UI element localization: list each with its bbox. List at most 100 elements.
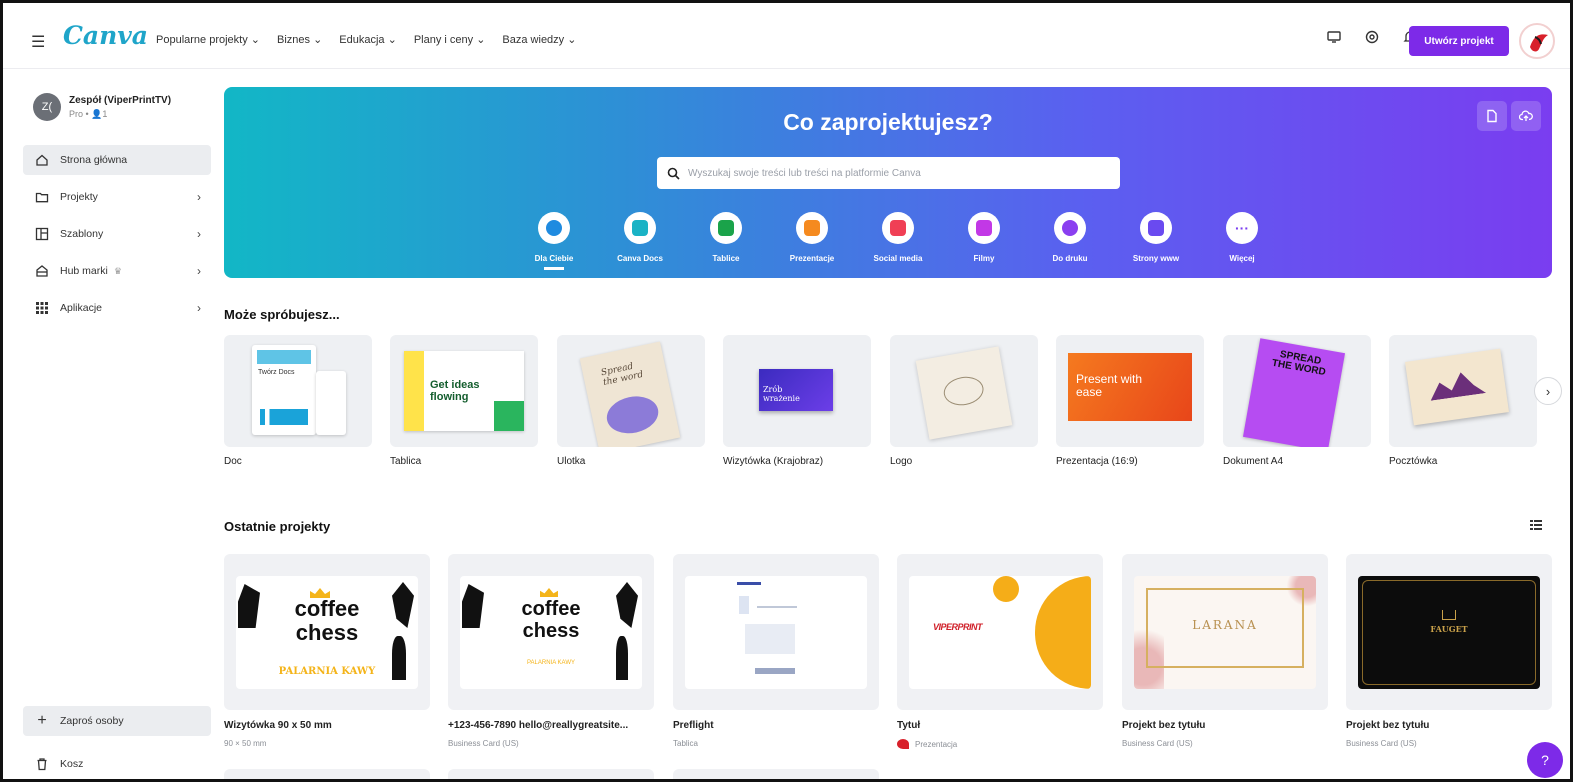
- more-dots-icon: ···: [1226, 212, 1258, 244]
- sidebar-item-templates[interactable]: Szablony ›: [23, 219, 211, 249]
- top-nav: Popularne projekty ⌄ Biznes ⌄ Edukacja ⌄…: [156, 33, 576, 46]
- settings-gear-icon[interactable]: [1362, 27, 1382, 47]
- list-view-icon[interactable]: [1529, 518, 1543, 537]
- category-for-you[interactable]: Dla Ciebie: [514, 212, 594, 270]
- team-avatar[interactable]: Z(: [33, 93, 61, 121]
- search-input[interactable]: [688, 167, 1108, 179]
- team-name: Zespół (ViperPrintTV): [69, 94, 172, 106]
- category-label: Tablice: [712, 254, 740, 263]
- project-card[interactable]: coffee chess PALARNIA KAWY: [448, 554, 654, 710]
- project-card[interactable]: FAUGET: [1346, 554, 1552, 710]
- thumb-foot-text: PALARNIA KAWY: [526, 660, 575, 666]
- doc-thumbnail: Twórz Docs: [252, 345, 316, 435]
- apps-icon: [35, 301, 49, 315]
- project-subtitle: Prezentacja: [915, 739, 958, 749]
- menu-icon[interactable]: ☰: [31, 32, 45, 52]
- project-thumbnail: coffee chess PALARNIA KAWY: [236, 576, 418, 689]
- top-bar: ☰ Canva Popularne projekty ⌄ Biznes ⌄ Ed…: [3, 3, 1570, 69]
- category-videos[interactable]: Filmy: [944, 212, 1024, 263]
- project-card-partial[interactable]: [448, 769, 654, 779]
- category-more[interactable]: ··· Więcej: [1202, 212, 1282, 263]
- suggestion-presentation[interactable]: Present with ease: [1056, 335, 1204, 447]
- suggestion-a4-document[interactable]: SPREAD THE WORD: [1223, 335, 1371, 447]
- project-card[interactable]: [673, 554, 879, 710]
- thumb-main-text: coffee: [521, 598, 581, 620]
- category-label: Strony www: [1132, 254, 1180, 263]
- upload-cloud-icon[interactable]: [1511, 101, 1541, 131]
- category-label: Prezentacje: [789, 254, 835, 263]
- suggestion-doc[interactable]: Twórz Docs: [224, 335, 372, 447]
- nav-business[interactable]: Biznes ⌄: [277, 33, 322, 46]
- sidebar-item-label: Hub marki: [60, 265, 108, 277]
- carousel-next-button[interactable]: ›: [1534, 377, 1562, 405]
- suggestion-logo[interactable]: [890, 335, 1038, 447]
- category-canva-docs[interactable]: Canva Docs: [600, 212, 680, 263]
- project-card-partial[interactable]: [224, 769, 430, 779]
- thumb-main-text: LARANA: [1192, 618, 1258, 632]
- category-presentations[interactable]: Prezentacje: [772, 212, 852, 263]
- project-card[interactable]: coffee chess PALARNIA KAWY: [224, 554, 430, 710]
- presentation-thumb-text: Present with ease: [1076, 372, 1143, 399]
- printer-icon: [1054, 212, 1086, 244]
- team-switcher[interactable]: Z( Zespół (ViperPrintTV) Pro • 👤1: [33, 93, 171, 121]
- heart-icon: [882, 212, 914, 244]
- project-title[interactable]: Projekt bez tytułu: [1346, 720, 1429, 731]
- sparkle-icon: [538, 212, 570, 244]
- custom-size-icon[interactable]: [1477, 101, 1507, 131]
- suggestion-postcard[interactable]: [1389, 335, 1537, 447]
- thumb-sub-text: chess: [522, 620, 580, 642]
- project-subtitle-row: Prezentacja: [897, 739, 957, 749]
- project-title[interactable]: Wizytówka 90 x 50 mm: [224, 720, 332, 731]
- hero-search-box[interactable]: [657, 157, 1120, 189]
- project-title[interactable]: Preflight: [673, 720, 714, 731]
- chevron-right-icon: ›: [197, 301, 201, 315]
- sidebar-item-label: Projekty: [60, 191, 98, 203]
- sidebar-item-projects[interactable]: Projekty ›: [23, 182, 211, 212]
- project-title[interactable]: +123-456-7890 hello@reallygreatsite...: [448, 720, 628, 731]
- project-thumbnail: LARANA: [1134, 576, 1316, 689]
- category-whiteboards[interactable]: Tablice: [686, 212, 766, 263]
- thumb-foot-text: PALARNIA KAWY: [278, 666, 376, 677]
- sidebar-item-apps[interactable]: Aplikacje ›: [23, 293, 211, 323]
- sidebar-item-brand-hub[interactable]: Hub marki ♛ ›: [23, 256, 211, 286]
- crown-icon: ♛: [113, 265, 122, 276]
- project-card[interactable]: LARANA: [1122, 554, 1328, 710]
- home-icon: [35, 153, 49, 167]
- thumb-main-text: VIPERPRINT: [933, 622, 983, 632]
- sidebar-item-trash[interactable]: Kosz: [23, 749, 211, 779]
- suggestion-flyer[interactable]: Spread the word: [557, 335, 705, 447]
- invite-label: Zaproś osoby: [60, 715, 124, 727]
- help-button[interactable]: ?: [1527, 742, 1563, 778]
- suggestion-label: Prezentacja (16:9): [1056, 456, 1138, 467]
- category-print[interactable]: Do druku: [1030, 212, 1110, 263]
- project-title[interactable]: Tytuł: [897, 720, 920, 731]
- template-icon: [35, 227, 49, 241]
- project-title[interactable]: Projekt bez tytułu: [1122, 720, 1205, 731]
- project-thumbnail: [685, 576, 867, 689]
- nav-popular-projects[interactable]: Popularne projekty ⌄: [156, 33, 260, 46]
- category-social-media[interactable]: Social media: [858, 212, 938, 263]
- nav-plans-pricing[interactable]: Plany i ceny ⌄: [414, 33, 486, 46]
- canva-logo[interactable]: Canva: [63, 21, 148, 50]
- suggestion-business-card[interactable]: Zrób wrażenie: [723, 335, 871, 447]
- project-thumbnail: FAUGET: [1358, 576, 1540, 689]
- nav-knowledge-base[interactable]: Baza wiedzy ⌄: [502, 33, 576, 46]
- team-plan-info: Pro • 👤1: [69, 108, 108, 119]
- nav-education[interactable]: Edukacja ⌄: [339, 33, 397, 46]
- project-card[interactable]: VIPERPRINT: [897, 554, 1103, 710]
- project-card-partial[interactable]: [673, 769, 879, 779]
- suggestion-label: Ulotka: [557, 456, 586, 467]
- whiteboard-icon: [710, 212, 742, 244]
- suggestion-whiteboard[interactable]: Get ideas flowing: [390, 335, 538, 447]
- user-avatar[interactable]: [1519, 23, 1555, 59]
- project-subtitle: Business Card (US): [1122, 739, 1193, 748]
- category-websites[interactable]: Strony www: [1116, 212, 1196, 263]
- sidebar-item-home[interactable]: Strona główna: [23, 145, 211, 175]
- create-design-button[interactable]: Utwórz projekt: [1409, 26, 1509, 56]
- desktop-app-icon[interactable]: [1324, 27, 1344, 47]
- project-thumbnail: coffee chess PALARNIA KAWY: [460, 576, 642, 689]
- presentation-icon: [796, 212, 828, 244]
- thumb-main-text: coffee: [294, 596, 360, 621]
- brand-hub-icon: [35, 264, 49, 278]
- invite-people-button[interactable]: + Zaproś osoby: [23, 706, 211, 736]
